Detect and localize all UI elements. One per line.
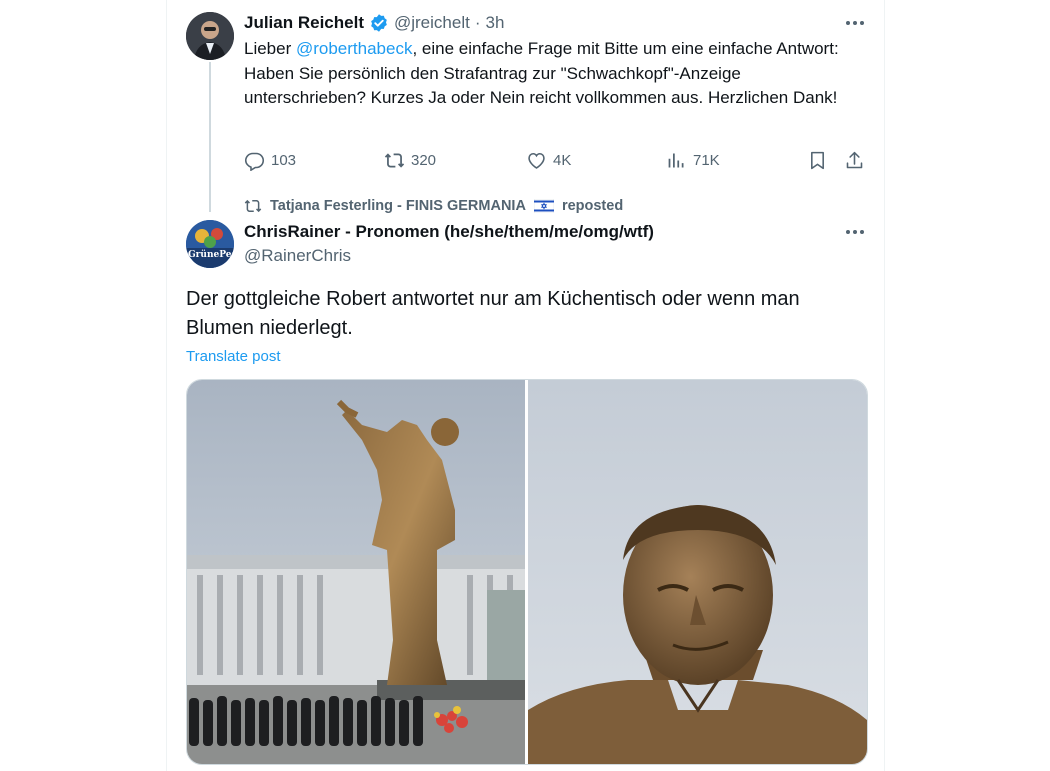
repost-icon bbox=[384, 153, 405, 168]
reposted-label: reposted bbox=[561, 198, 624, 214]
author-avatar-2[interactable]: GrünePest bbox=[186, 220, 234, 268]
flag-icon bbox=[533, 199, 554, 213]
statue-closeup-photo-icon bbox=[528, 380, 867, 764]
avatar-logo-icon bbox=[186, 220, 234, 268]
views-count: 71K bbox=[693, 152, 720, 169]
media-grid bbox=[186, 379, 868, 765]
repost-small-icon bbox=[244, 199, 262, 213]
views-chart-icon bbox=[668, 153, 684, 168]
mention-link[interactable]: @roberthabeck bbox=[296, 39, 413, 58]
views-button[interactable]: 71K bbox=[666, 150, 720, 171]
photo-statue-closeup[interactable] bbox=[528, 380, 867, 764]
more-options-icon-2[interactable] bbox=[846, 230, 864, 234]
tweet-time[interactable]: 3h bbox=[486, 13, 505, 33]
tweet-text-prefix: Lieber bbox=[244, 39, 296, 58]
share-icon bbox=[846, 151, 863, 169]
author-handle-2[interactable]: @RainerChris bbox=[244, 245, 351, 267]
repost-count: 320 bbox=[411, 152, 437, 169]
tweet-header: Julian Reichelt @jreichelt · 3h bbox=[244, 12, 504, 34]
author-avatar[interactable] bbox=[186, 12, 234, 60]
share-button[interactable] bbox=[844, 150, 865, 176]
repost-button[interactable]: 320 bbox=[384, 150, 436, 171]
avatar-photo-icon bbox=[186, 12, 234, 60]
repost-banner: Tatjana Festerling - FINIS GERMANIA repo… bbox=[244, 196, 623, 216]
avatar-logo-text: GrünePest bbox=[188, 250, 234, 260]
like-button[interactable]: 4K bbox=[526, 150, 571, 171]
reply-button[interactable]: 103 bbox=[244, 150, 296, 171]
reply-count: 103 bbox=[271, 152, 297, 169]
verified-badge-icon bbox=[371, 14, 387, 32]
statue-photo-icon bbox=[187, 380, 527, 764]
like-count: 4K bbox=[553, 152, 572, 169]
author-name-2[interactable]: ChrisRainer - Pronomen (he/she/them/me/o… bbox=[244, 221, 654, 243]
reply-icon bbox=[244, 152, 265, 171]
reposter-name[interactable]: Tatjana Festerling - FINIS GERMANIA bbox=[270, 198, 526, 214]
thread-connector bbox=[209, 62, 211, 212]
heart-icon bbox=[528, 152, 545, 169]
tweet-text: Lieber @roberthabeck, eine einfache Frag… bbox=[244, 37, 864, 111]
bookmark-icon bbox=[811, 151, 824, 170]
author-handle[interactable]: @jreichelt bbox=[394, 13, 470, 33]
photo-statue-full[interactable] bbox=[187, 380, 527, 764]
more-options-icon[interactable] bbox=[846, 21, 864, 25]
translate-post-link[interactable]: Translate post bbox=[186, 347, 281, 367]
bookmark-button[interactable] bbox=[807, 150, 828, 176]
separator-dot: · bbox=[474, 13, 481, 32]
tweet-text-2: Der gottgleiche Robert antwortet nur am … bbox=[186, 288, 800, 339]
author-name[interactable]: Julian Reichelt bbox=[244, 13, 364, 33]
